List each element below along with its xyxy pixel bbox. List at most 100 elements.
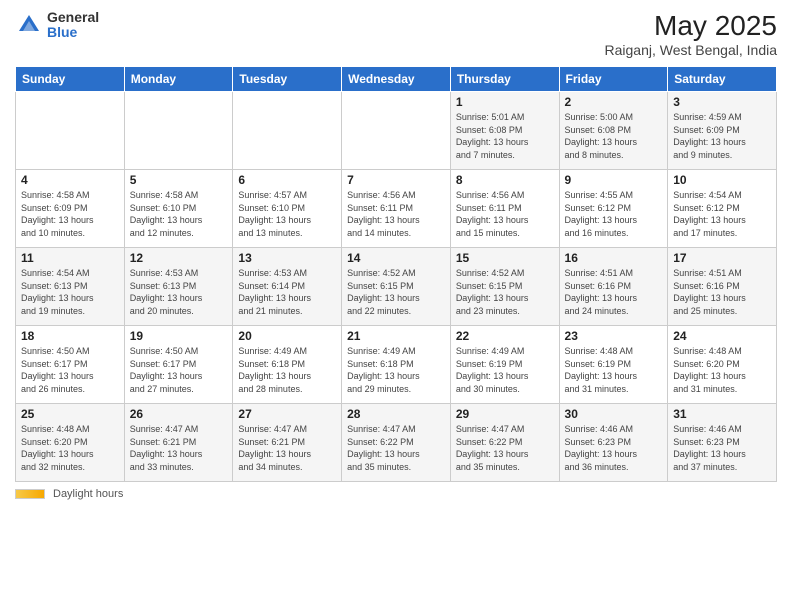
day-info: Sunrise: 4:49 AM Sunset: 6:18 PM Dayligh… <box>347 345 445 395</box>
day-number: 11 <box>21 251 119 265</box>
day-number: 12 <box>130 251 228 265</box>
day-info: Sunrise: 4:47 AM Sunset: 6:21 PM Dayligh… <box>130 423 228 473</box>
week-row-2: 4Sunrise: 4:58 AM Sunset: 6:09 PM Daylig… <box>16 170 777 248</box>
page: General Blue May 2025 Raiganj, West Beng… <box>0 0 792 612</box>
day-number: 5 <box>130 173 228 187</box>
day-info: Sunrise: 4:57 AM Sunset: 6:10 PM Dayligh… <box>238 189 336 239</box>
day-cell: 14Sunrise: 4:52 AM Sunset: 6:15 PM Dayli… <box>342 248 451 326</box>
day-number: 29 <box>456 407 554 421</box>
day-info: Sunrise: 5:00 AM Sunset: 6:08 PM Dayligh… <box>565 111 663 161</box>
day-number: 22 <box>456 329 554 343</box>
day-info: Sunrise: 5:01 AM Sunset: 6:08 PM Dayligh… <box>456 111 554 161</box>
day-info: Sunrise: 4:49 AM Sunset: 6:18 PM Dayligh… <box>238 345 336 395</box>
day-cell: 30Sunrise: 4:46 AM Sunset: 6:23 PM Dayli… <box>559 404 668 482</box>
header: General Blue May 2025 Raiganj, West Beng… <box>15 10 777 58</box>
day-cell: 1 Sunrise: 5:01 AM Sunset: 6:08 PM Daylig… <box>450 92 559 170</box>
day-info: Sunrise: 4:50 AM Sunset: 6:17 PM Dayligh… <box>21 345 119 395</box>
day-cell: 13Sunrise: 4:53 AM Sunset: 6:14 PM Dayli… <box>233 248 342 326</box>
day-cell: 8Sunrise: 4:56 AM Sunset: 6:11 PM Daylig… <box>450 170 559 248</box>
day-cell: 6 Sunrise: 4:57 AM Sunset: 6:10 PM Daylig… <box>233 170 342 248</box>
day-number: 6 <box>238 173 336 187</box>
day-cell: 21 Sunrise: 4:49 AM Sunset: 6:18 PM Dayli… <box>342 326 451 404</box>
logo-blue: Blue <box>47 25 99 40</box>
week-row-1: 1 Sunrise: 5:01 AM Sunset: 6:08 PM Daylig… <box>16 92 777 170</box>
day-info: Sunrise: 4:56 AM Sunset: 6:11 PM Dayligh… <box>456 189 554 239</box>
day-info: Sunrise: 4:51 AM Sunset: 6:16 PM Dayligh… <box>673 267 771 317</box>
footer: Daylight hours <box>15 488 777 500</box>
day-cell: 7 Sunrise: 4:56 AM Sunset: 6:11 PM Daylig… <box>342 170 451 248</box>
day-info: Sunrise: 4:47 AM Sunset: 6:21 PM Dayligh… <box>238 423 336 473</box>
day-number: 27 <box>238 407 336 421</box>
logo-icon <box>15 11 43 39</box>
day-info: Sunrise: 4:52 AM Sunset: 6:15 PM Dayligh… <box>456 267 554 317</box>
daylight-label: Daylight hours <box>53 488 123 500</box>
day-number: 2 <box>565 95 663 109</box>
day-info: Sunrise: 4:54 AM Sunset: 6:12 PM Dayligh… <box>673 189 771 239</box>
col-header-wednesday: Wednesday <box>342 67 451 92</box>
day-cell <box>233 92 342 170</box>
day-cell <box>16 92 125 170</box>
day-cell: 11Sunrise: 4:54 AM Sunset: 6:13 PM Dayli… <box>16 248 125 326</box>
day-number: 25 <box>21 407 119 421</box>
day-cell: 16 Sunrise: 4:51 AM Sunset: 6:16 PM Dayli… <box>559 248 668 326</box>
day-info: Sunrise: 4:51 AM Sunset: 6:16 PM Dayligh… <box>565 267 663 317</box>
day-info: Sunrise: 4:52 AM Sunset: 6:15 PM Dayligh… <box>347 267 445 317</box>
day-info: Sunrise: 4:47 AM Sunset: 6:22 PM Dayligh… <box>456 423 554 473</box>
day-info: Sunrise: 4:58 AM Sunset: 6:09 PM Dayligh… <box>21 189 119 239</box>
day-info: Sunrise: 4:49 AM Sunset: 6:19 PM Dayligh… <box>456 345 554 395</box>
day-number: 3 <box>673 95 771 109</box>
title-block: May 2025 Raiganj, West Bengal, India <box>604 10 777 58</box>
day-cell: 22 Sunrise: 4:49 AM Sunset: 6:19 PM Dayli… <box>450 326 559 404</box>
week-row-5: 25 Sunrise: 4:48 AM Sunset: 6:20 PM Dayli… <box>16 404 777 482</box>
day-number: 24 <box>673 329 771 343</box>
day-cell: 25 Sunrise: 4:48 AM Sunset: 6:20 PM Dayli… <box>16 404 125 482</box>
day-cell: 23 Sunrise: 4:48 AM Sunset: 6:19 PM Dayli… <box>559 326 668 404</box>
day-number: 18 <box>21 329 119 343</box>
day-number: 1 <box>456 95 554 109</box>
day-cell: 18 Sunrise: 4:50 AM Sunset: 6:17 PM Dayli… <box>16 326 125 404</box>
day-number: 16 <box>565 251 663 265</box>
day-number: 23 <box>565 329 663 343</box>
day-cell: 10Sunrise: 4:54 AM Sunset: 6:12 PM Dayli… <box>668 170 777 248</box>
day-info: Sunrise: 4:48 AM Sunset: 6:20 PM Dayligh… <box>21 423 119 473</box>
col-header-friday: Friday <box>559 67 668 92</box>
col-header-monday: Monday <box>124 67 233 92</box>
day-number: 28 <box>347 407 445 421</box>
day-cell <box>124 92 233 170</box>
day-cell: 29 Sunrise: 4:47 AM Sunset: 6:22 PM Dayli… <box>450 404 559 482</box>
day-number: 30 <box>565 407 663 421</box>
day-number: 26 <box>130 407 228 421</box>
day-cell: 28 Sunrise: 4:47 AM Sunset: 6:22 PM Dayli… <box>342 404 451 482</box>
day-cell: 12 Sunrise: 4:53 AM Sunset: 6:13 PM Dayli… <box>124 248 233 326</box>
day-number: 9 <box>565 173 663 187</box>
day-cell: 31Sunrise: 4:46 AM Sunset: 6:23 PM Dayli… <box>668 404 777 482</box>
calendar-table: SundayMondayTuesdayWednesdayThursdayFrid… <box>15 66 777 482</box>
day-info: Sunrise: 4:56 AM Sunset: 6:11 PM Dayligh… <box>347 189 445 239</box>
day-cell: 24 Sunrise: 4:48 AM Sunset: 6:20 PM Dayli… <box>668 326 777 404</box>
day-number: 7 <box>347 173 445 187</box>
day-info: Sunrise: 4:48 AM Sunset: 6:20 PM Dayligh… <box>673 345 771 395</box>
day-cell: 4Sunrise: 4:58 AM Sunset: 6:09 PM Daylig… <box>16 170 125 248</box>
day-cell: 9Sunrise: 4:55 AM Sunset: 6:12 PM Daylig… <box>559 170 668 248</box>
day-number: 17 <box>673 251 771 265</box>
day-info: Sunrise: 4:53 AM Sunset: 6:13 PM Dayligh… <box>130 267 228 317</box>
month-title: May 2025 <box>604 10 777 42</box>
day-cell: 3 Sunrise: 4:59 AM Sunset: 6:09 PM Daylig… <box>668 92 777 170</box>
day-info: Sunrise: 4:58 AM Sunset: 6:10 PM Dayligh… <box>130 189 228 239</box>
logo: General Blue <box>15 10 99 41</box>
day-number: 21 <box>347 329 445 343</box>
day-cell <box>342 92 451 170</box>
day-cell: 5 Sunrise: 4:58 AM Sunset: 6:10 PM Daylig… <box>124 170 233 248</box>
col-header-saturday: Saturday <box>668 67 777 92</box>
day-info: Sunrise: 4:47 AM Sunset: 6:22 PM Dayligh… <box>347 423 445 473</box>
day-info: Sunrise: 4:46 AM Sunset: 6:23 PM Dayligh… <box>673 423 771 473</box>
daylight-bar-icon <box>15 489 45 499</box>
day-cell: 17 Sunrise: 4:51 AM Sunset: 6:16 PM Dayli… <box>668 248 777 326</box>
day-cell: 27 Sunrise: 4:47 AM Sunset: 6:21 PM Dayli… <box>233 404 342 482</box>
col-header-sunday: Sunday <box>16 67 125 92</box>
day-number: 15 <box>456 251 554 265</box>
day-info: Sunrise: 4:59 AM Sunset: 6:09 PM Dayligh… <box>673 111 771 161</box>
day-number: 20 <box>238 329 336 343</box>
week-row-3: 11Sunrise: 4:54 AM Sunset: 6:13 PM Dayli… <box>16 248 777 326</box>
day-info: Sunrise: 4:48 AM Sunset: 6:19 PM Dayligh… <box>565 345 663 395</box>
